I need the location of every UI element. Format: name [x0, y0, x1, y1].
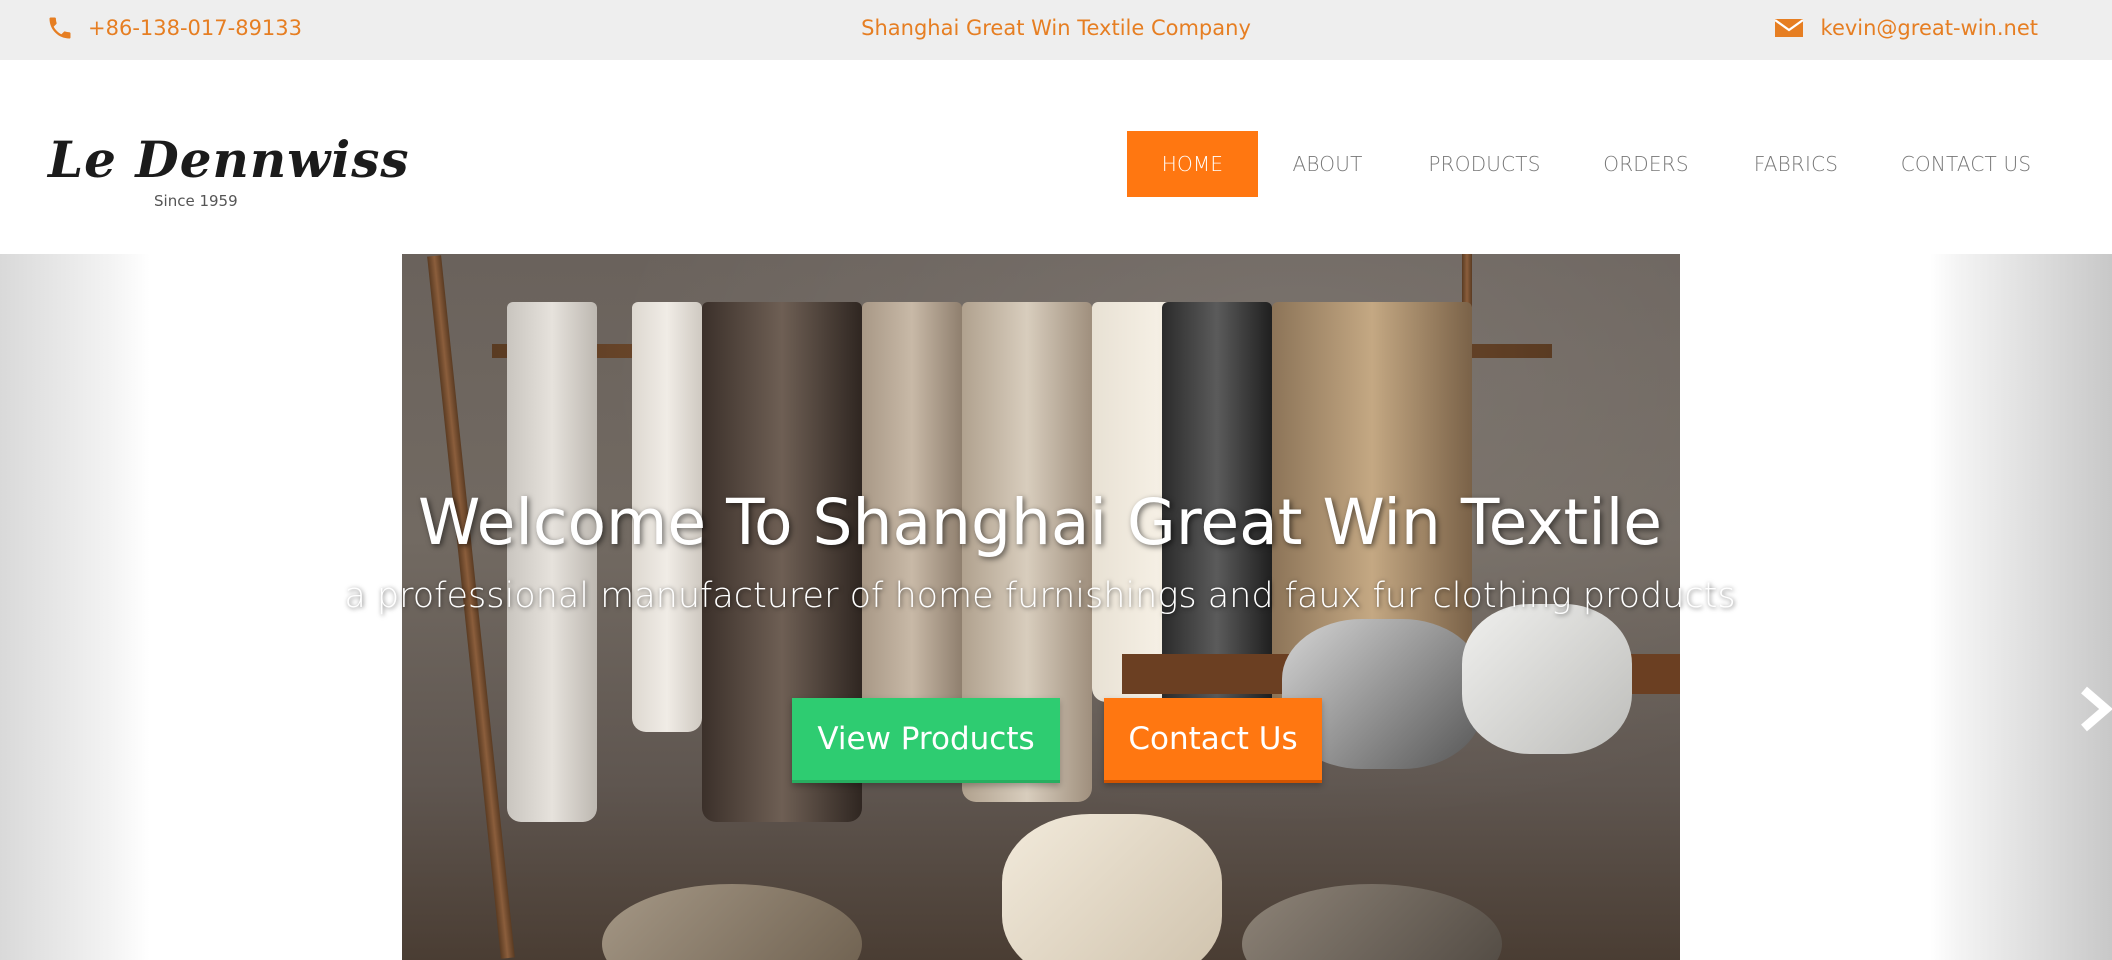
pillow-decor — [1242, 884, 1502, 960]
pillow-decor — [1002, 814, 1222, 960]
email-contact[interactable]: kevin@great-win.net — [1774, 0, 2038, 56]
nav-about[interactable]: ABOUT — [1270, 131, 1385, 197]
nav-home[interactable]: HOME — [1127, 131, 1258, 197]
nav-contact-us[interactable]: CONTACT US — [1898, 131, 2034, 197]
chevron-right-icon[interactable] — [2078, 684, 2112, 734]
throw-decor — [507, 302, 597, 822]
nav-products[interactable]: PRODUCTS — [1418, 131, 1551, 197]
pillow-decor — [1462, 604, 1632, 754]
envelope-icon — [1774, 19, 1803, 37]
pillow-decor — [602, 884, 862, 960]
nav-orders[interactable]: ORDERS — [1595, 131, 1697, 197]
hero-title: Welcome To Shanghai Great Win Textile — [417, 486, 1663, 559]
main-nav: HOME ABOUT PRODUCTS ORDERS FABRICS CONTA… — [0, 131, 2112, 197]
hero-subtitle: a professional manufacturer of home furn… — [344, 576, 1736, 616]
top-bar: +86-138-017-89133 Shanghai Great Win Tex… — [0, 0, 2112, 60]
view-products-button[interactable]: View Products — [792, 698, 1060, 783]
nav-fabrics[interactable]: FABRICS — [1749, 131, 1843, 197]
email-address: kevin@great-win.net — [1820, 16, 2038, 40]
contact-us-button[interactable]: Contact Us — [1104, 698, 1322, 783]
hero-slider: Welcome To Shanghai Great Win Textile a … — [0, 254, 2112, 960]
